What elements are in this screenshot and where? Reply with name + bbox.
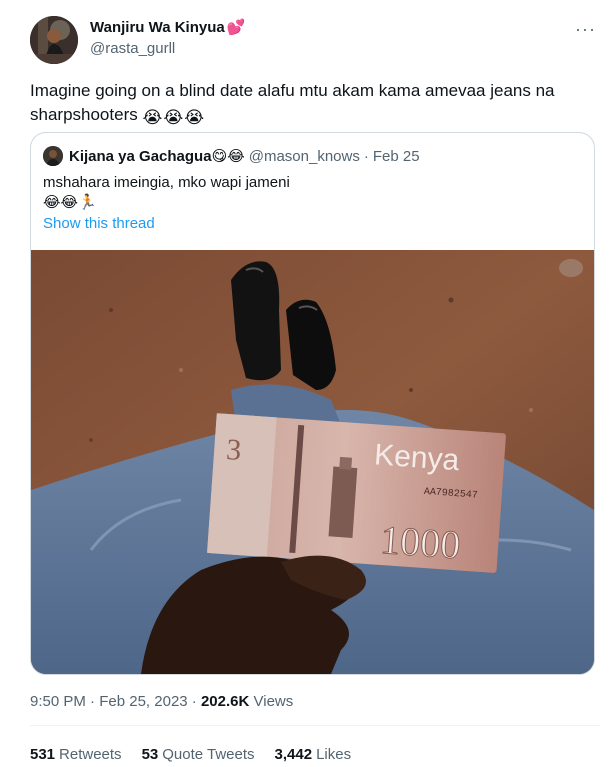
tweet: Wanjiru Wa Kinyua 💕 @rasta_gurll ··· Imag… [0,0,613,767]
quoted-author-name: Kijana ya Gachagua [69,147,212,165]
author-handle[interactable]: @rasta_gurll [90,40,245,57]
crying-emoji: 😭 [142,108,163,127]
views-count: 202.6K [200,693,250,710]
banknote-country: Kenya [373,438,460,477]
tweet-date[interactable]: Feb 25, 2023 [99,693,187,710]
quoted-separator: · [363,147,369,165]
author-names: Wanjiru Wa Kinyua 💕 @rasta_gurll [90,18,245,57]
engagement-stats: 531 Retweets 53 Quote Tweets 3,442 Likes [30,746,351,763]
two-hearts-emoji: 💕 [226,19,246,36]
quoted-date: Feb 25 [372,147,420,165]
author-display-name[interactable]: Wanjiru Wa Kinyua 💕 [90,18,246,37]
svg-text:3: 3 [225,433,242,467]
tweet-time[interactable]: 9:50 PM [30,693,86,710]
quoted-tweet-header: Kijana ya Gachagua 😋😂 @mason_knows · Feb… [43,146,420,166]
crying-emoji-group: 😭😭😭 [142,105,205,127]
more-options-icon[interactable]: ··· [575,20,596,38]
tweet-timestamp: 9:50 PM · Feb 25, 2023 · 202.6K Views [30,693,294,710]
quoted-author-avatar [43,146,63,166]
banknote-value: 1000 [379,517,462,567]
quoted-name-emojis: 😋😂 [211,148,245,165]
quote-tweets-stat[interactable]: 53 Quote Tweets [142,746,255,763]
quoted-emoji-line: 😂😂🏃 [43,194,97,211]
retweets-stat[interactable]: 531 Retweets [30,746,122,763]
divider [30,725,600,726]
likes-stat[interactable]: 3,442 Likes [275,746,352,763]
quoted-author-handle: @mason_knows [248,147,360,165]
avatar[interactable] [30,16,78,64]
crying-emoji: 😭 [184,108,205,127]
tweet-text: Imagine going on a blind date alafu mtu … [30,79,590,130]
quoted-media-photo[interactable]: 3 Kenya AA7982547 1000 [31,250,594,674]
quoted-tweet[interactable]: Kijana ya Gachagua 😋😂 @mason_knows · Feb… [30,132,595,675]
crying-emoji: 😭 [163,108,184,127]
show-thread-link[interactable]: Show this thread [43,215,155,232]
views-label: Views [253,693,294,710]
quoted-tweet-text: mshahara imeingia, mko wapi jameni 😂😂🏃 [43,174,290,211]
tweet-header: Wanjiru Wa Kinyua 💕 @rasta_gurll ··· [30,14,600,64]
